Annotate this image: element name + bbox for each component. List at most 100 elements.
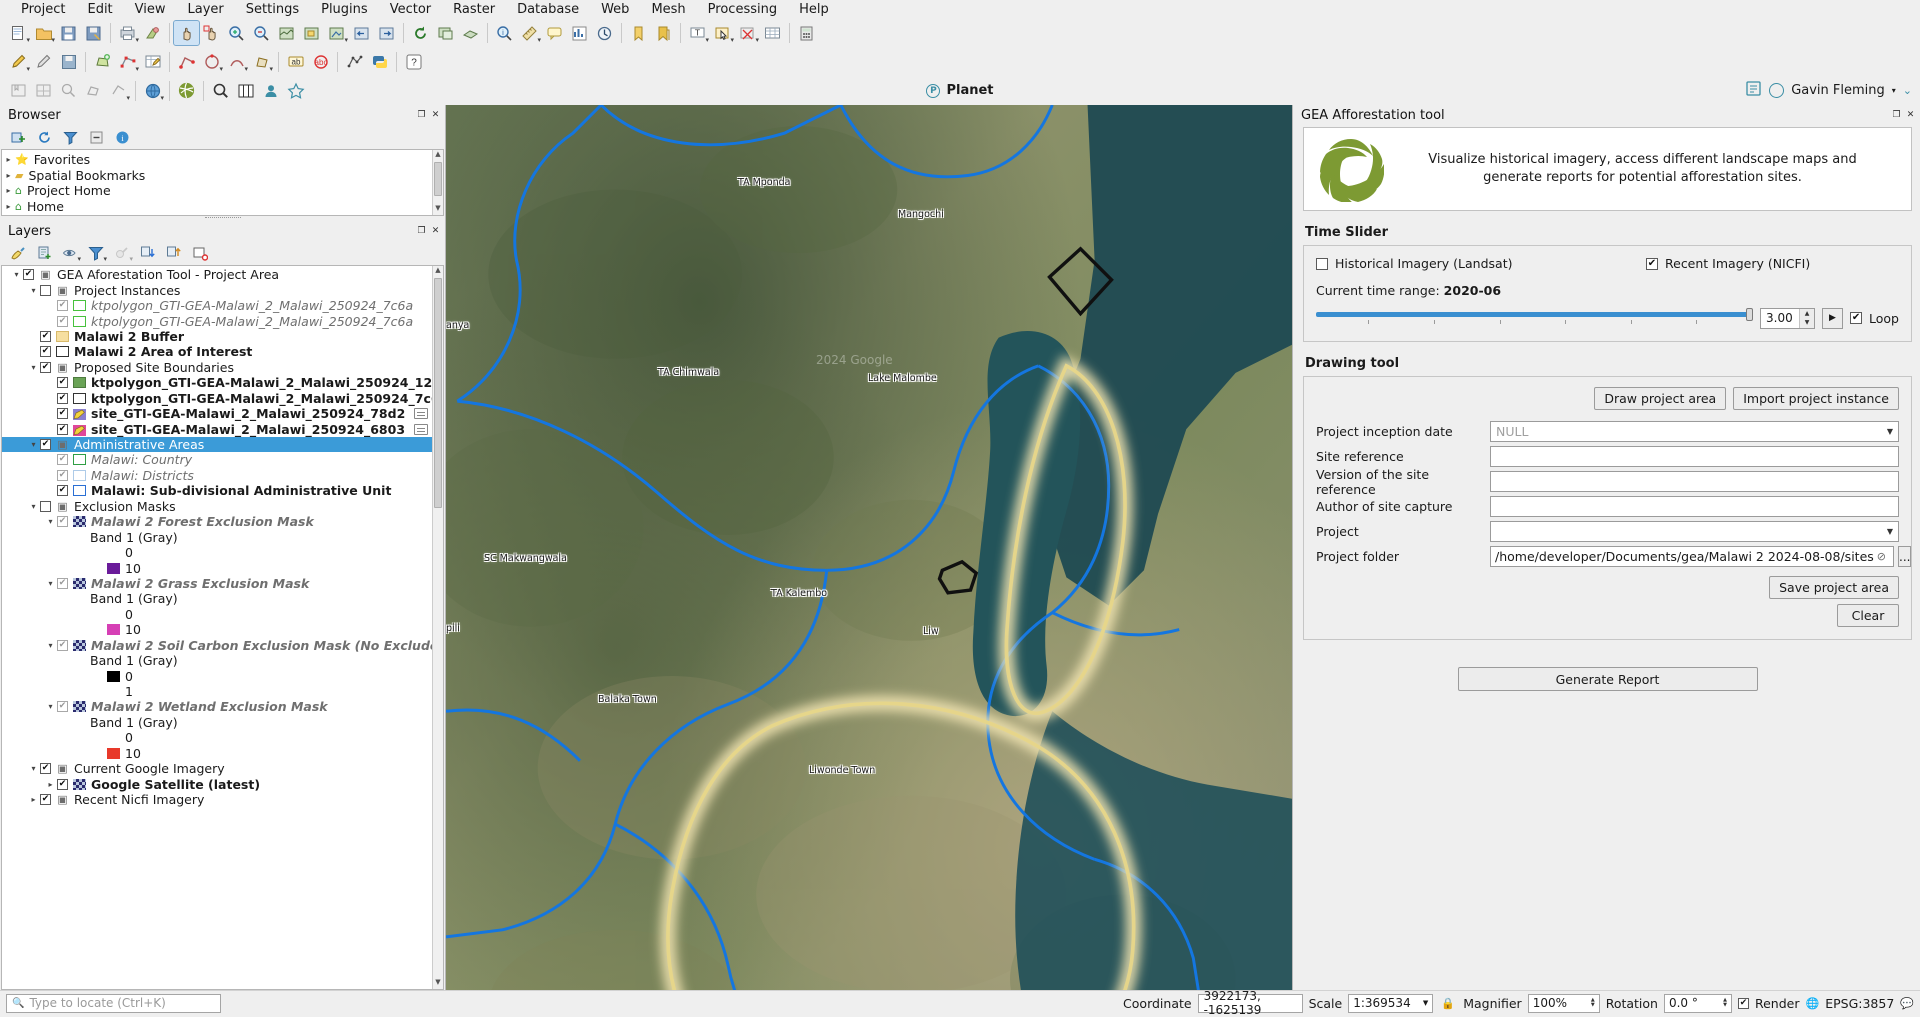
layer-visibility-checkbox[interactable]: ✔ bbox=[57, 300, 68, 312]
planet-tasking-list-icon[interactable] bbox=[1745, 80, 1762, 101]
modify-attributes-icon[interactable] bbox=[140, 50, 165, 74]
recent-imagery-checkbox[interactable]: ✔ Recent Imagery (NICFI) bbox=[1646, 256, 1810, 271]
rotation-spinbox[interactable]: 0.0 ° ▲ ▼ bbox=[1663, 993, 1732, 1013]
expand-arrow-icon[interactable]: ▸ bbox=[2, 171, 15, 180]
layer-visibility-checkbox[interactable]: ✔ bbox=[57, 639, 68, 651]
new-project-icon[interactable]: ▾ bbox=[6, 21, 31, 45]
filter-legend-icon[interactable]: ▾ bbox=[84, 243, 108, 264]
layer-row[interactable]: ✔ ktpolygon_GTI-GEA-Malawi_2_Malawi_25092… bbox=[2, 375, 432, 390]
layer-visibility-checkbox[interactable] bbox=[40, 500, 51, 512]
messages-icon[interactable]: 💬 bbox=[1900, 997, 1914, 1010]
planet-tasking-icon[interactable] bbox=[283, 79, 308, 103]
menu-settings[interactable]: Settings bbox=[235, 0, 310, 19]
browser-item-home[interactable]: ▸ ⌂ Home bbox=[2, 199, 432, 215]
layer-visibility-checkbox[interactable]: ✔ bbox=[57, 392, 68, 404]
play-icon[interactable]: ▶ bbox=[1822, 307, 1844, 329]
digitize-circle-icon[interactable]: ▾ bbox=[224, 50, 249, 74]
layer-row[interactable]: ✔ Malawi 2 Buffer bbox=[2, 329, 432, 344]
expand-all-icon[interactable] bbox=[136, 243, 160, 264]
layer-visibility-checkbox[interactable]: ✔ bbox=[57, 377, 68, 389]
collapse-arrow-icon[interactable]: ▾ bbox=[44, 702, 57, 711]
layer-row[interactable]: ✔ site_GTI-GEA-Malawi_2_Malawi_250924_78d… bbox=[2, 406, 432, 421]
layer-row[interactable]: 1 bbox=[2, 684, 432, 699]
epsg-label[interactable]: EPSG:3857 bbox=[1825, 996, 1894, 1011]
zoom-next-icon[interactable] bbox=[374, 21, 399, 45]
layer-row[interactable]: ▸ ✔ ▣ Recent Nicfi Imagery bbox=[2, 792, 432, 807]
planet-avatar-icon[interactable] bbox=[1769, 83, 1785, 98]
zoom-last-icon[interactable] bbox=[349, 21, 374, 45]
browser-tree[interactable]: ▸ ⭐ Favorites ▸ ▰ Spatial Bookmarks ▸ ⌂ … bbox=[1, 149, 444, 216]
layer-row[interactable]: Band 1 (Gray) bbox=[2, 715, 432, 730]
time-controller-icon[interactable] bbox=[592, 21, 617, 45]
expand-arrow-icon[interactable]: ▸ bbox=[2, 202, 15, 211]
layer-visibility-checkbox[interactable]: ✔ bbox=[57, 778, 68, 790]
digitize-polygon-tool-icon[interactable]: ▾ bbox=[249, 50, 274, 74]
layer-visibility-checkbox[interactable]: ✔ bbox=[40, 361, 51, 373]
scroll-down-icon[interactable]: ▼ bbox=[433, 204, 443, 215]
collapse-arrow-icon[interactable]: ▾ bbox=[44, 641, 57, 650]
loop-checkbox[interactable]: ✔ Loop bbox=[1850, 311, 1899, 326]
lock-scale-icon[interactable]: 🔒 bbox=[1439, 994, 1457, 1013]
statistics-icon[interactable] bbox=[567, 21, 592, 45]
layer-row[interactable]: 0 bbox=[2, 668, 432, 684]
browser-add-layer-icon[interactable] bbox=[6, 127, 30, 148]
menu-help[interactable]: Help bbox=[788, 0, 840, 19]
remove-layer-icon[interactable] bbox=[188, 243, 212, 264]
zoom-layer-icon[interactable]: ▾ bbox=[324, 21, 349, 45]
open-attribute-table-icon[interactable] bbox=[760, 21, 785, 45]
layer-row[interactable]: ▾ ▣ Project Instances bbox=[2, 282, 432, 298]
globe-icon[interactable]: ▾ bbox=[140, 79, 165, 103]
menu-edit[interactable]: Edit bbox=[76, 0, 123, 19]
layer-visibility-checkbox[interactable]: ✔ bbox=[57, 454, 68, 466]
label-toolbar-icon[interactable]: ab bbox=[283, 50, 308, 74]
new-bookmark-icon[interactable] bbox=[626, 21, 651, 45]
browser-float-icon[interactable]: ❐ bbox=[416, 110, 427, 121]
layer-row[interactable]: 10 bbox=[2, 560, 432, 576]
render-checkbox[interactable]: ✔ bbox=[1737, 997, 1749, 1009]
layer-row[interactable]: ▾ ✔ Malawi 2 Soil Carbon Exclusion Mask (N… bbox=[2, 638, 432, 653]
gea-float-icon[interactable]: ❐ bbox=[1891, 110, 1902, 121]
layer-row[interactable]: ▾ ✔ ▣ Proposed Site Boundaries bbox=[2, 360, 432, 375]
filter-expression-icon[interactable]: ▾ bbox=[110, 243, 134, 264]
layer-row[interactable]: ✔ Malawi: Sub-divisional Administrative U… bbox=[2, 483, 432, 498]
collapse-all-icon[interactable] bbox=[162, 243, 186, 264]
coordinate-field[interactable]: 3922173, -1625139 bbox=[1197, 989, 1303, 1017]
historical-imagery-checkbox[interactable]: Historical Imagery (Landsat) bbox=[1316, 256, 1646, 271]
spin-arrows[interactable]: ▲ ▼ bbox=[1591, 998, 1595, 1008]
gea-plugin-icon[interactable] bbox=[174, 79, 199, 103]
draw-project-area-button[interactable]: Draw project area bbox=[1594, 387, 1727, 410]
layer-notes-icon[interactable] bbox=[414, 423, 428, 435]
menu-vector[interactable]: Vector bbox=[379, 0, 442, 19]
layer-visibility-checkbox[interactable] bbox=[40, 284, 51, 296]
collapse-arrow-icon[interactable]: ▾ bbox=[27, 502, 40, 511]
layer-row[interactable]: ▾ ✔ Malawi 2 Wetland Exclusion Mask bbox=[2, 699, 432, 714]
magnifier-spinbox[interactable]: 100% ▲ ▼ bbox=[1527, 993, 1600, 1013]
site-reference-input[interactable] bbox=[1490, 446, 1899, 467]
digitize-with-segment-icon[interactable] bbox=[174, 50, 199, 74]
collapse-arrow-icon[interactable]: ▾ bbox=[10, 270, 23, 279]
browse-folder-button[interactable]: ... bbox=[1898, 546, 1912, 567]
save-project-icon[interactable] bbox=[56, 21, 81, 45]
add-group-icon[interactable] bbox=[32, 243, 56, 264]
collapse-arrow-icon[interactable]: ▾ bbox=[27, 764, 40, 773]
zoom-selection-icon[interactable] bbox=[299, 21, 324, 45]
menu-mesh[interactable]: Mesh bbox=[640, 0, 696, 19]
layer-row[interactable]: ▾ ✔ ▣ Administrative Areas bbox=[2, 436, 432, 453]
python-console-icon[interactable] bbox=[367, 50, 392, 74]
collapse-arrow-icon[interactable]: ▾ bbox=[44, 517, 57, 526]
menu-web[interactable]: Web bbox=[590, 0, 640, 19]
layer-row[interactable]: Band 1 (Gray) bbox=[2, 653, 432, 668]
browser-collapse-icon[interactable] bbox=[84, 127, 108, 148]
style-manager-icon[interactable] bbox=[140, 21, 165, 45]
menu-processing[interactable]: Processing bbox=[697, 0, 788, 19]
vertex-tool-icon[interactable]: ▾ bbox=[115, 50, 140, 74]
menu-plugins[interactable]: Plugins bbox=[310, 0, 379, 19]
collapse-arrow-icon[interactable]: ▾ bbox=[27, 440, 40, 449]
clear-button[interactable]: Clear bbox=[1837, 604, 1899, 627]
project-inception-date-field[interactable]: NULL ▼ bbox=[1490, 421, 1899, 442]
field-calculator-icon[interactable] bbox=[794, 21, 819, 45]
zoom-out-icon[interactable] bbox=[249, 21, 274, 45]
layer-visibility-checkbox[interactable]: ✔ bbox=[40, 330, 51, 342]
layer-row[interactable]: ✔ ktpolygon_GTI-GEA-Malawi_2_Malawi_25092… bbox=[2, 391, 432, 406]
locator-search-input[interactable]: 🔍 Type to locate (Ctrl+K) bbox=[6, 993, 221, 1013]
